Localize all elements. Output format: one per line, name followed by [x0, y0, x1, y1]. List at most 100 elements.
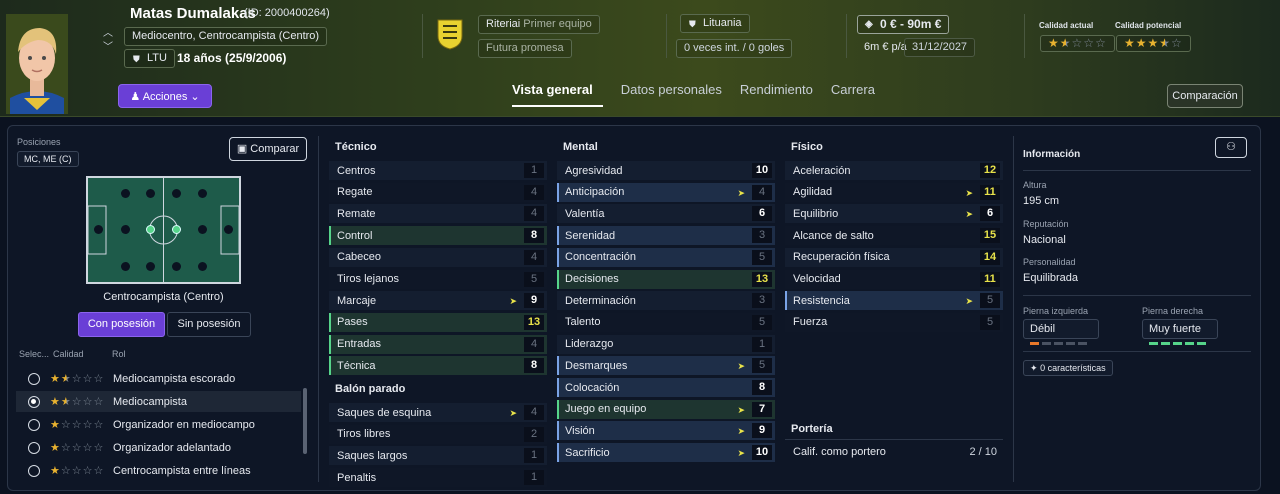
attribute-row[interactable]: Alcance de salto 15 — [785, 226, 1003, 246]
attribute-value: 3 — [752, 228, 772, 244]
attribute-row[interactable]: Visión ➤ 9 — [557, 421, 775, 441]
attribute-row[interactable]: Pases 13 — [329, 312, 547, 332]
attribute-row[interactable]: Control 8 — [329, 226, 547, 246]
attribute-row[interactable]: Concentración 5 — [557, 247, 775, 267]
potential-quality-label: Calidad potencial — [1115, 21, 1182, 30]
role-radio[interactable] — [28, 464, 40, 477]
attribute-row[interactable]: Recuperación física 14 — [785, 247, 1003, 267]
divider — [846, 14, 847, 58]
actions-label: Acciones — [142, 91, 188, 103]
tab-career[interactable]: Carrera — [831, 82, 875, 107]
attribute-row[interactable]: Centros 1 — [329, 161, 547, 180]
attribute-name: Talento — [565, 316, 601, 329]
tab-personal-data[interactable]: Datos personales — [621, 82, 722, 107]
role-radio[interactable] — [28, 395, 40, 408]
role-row[interactable]: ★☆☆☆☆ Organizador en mediocampo — [16, 414, 301, 435]
attribute-row[interactable]: Marcaje ➤ 9 — [329, 291, 547, 311]
traits-chip[interactable]: ✦ 0 características — [1023, 360, 1113, 376]
attribute-name: Velocidad — [793, 273, 841, 285]
attribute-row[interactable]: Saques largos 1 — [329, 446, 547, 466]
attribute-row[interactable]: Entradas 4 — [329, 334, 547, 354]
attribute-row[interactable]: Técnica 8 — [329, 356, 547, 376]
person-settings-icon[interactable]: ⚇ — [1215, 137, 1247, 158]
pitch-position-dot — [172, 262, 181, 271]
attribute-value: 8 — [524, 358, 544, 374]
role-radio[interactable] — [28, 372, 40, 385]
tab-overview[interactable]: Vista general — [512, 82, 603, 107]
role-row[interactable]: ★☆☆☆☆ Organizador adelantado — [16, 437, 301, 458]
attribute-value: 15 — [980, 228, 1000, 244]
foot-level-segment — [1078, 342, 1087, 345]
club-chip[interactable]: Riteriai Primer equipo — [478, 15, 600, 34]
attribute-row[interactable]: Penaltis 1 — [329, 468, 547, 488]
attribute-row[interactable]: Determinación 3 — [557, 291, 775, 311]
attribute-row[interactable]: Regate 4 — [329, 182, 547, 202]
trend-arrow-icon: ➤ — [737, 404, 745, 415]
nation-chip[interactable]: ⛊ Lituania — [680, 14, 750, 33]
divider — [422, 14, 423, 58]
divider — [666, 14, 667, 58]
role-radio[interactable] — [28, 441, 40, 454]
attribute-name: Saques de esquina — [337, 406, 432, 419]
role-row[interactable]: ★★☆☆☆ Mediocampista — [16, 391, 301, 412]
scrollbar[interactable] — [303, 388, 307, 454]
attribute-value: 1 — [524, 470, 544, 486]
role-radio[interactable] — [28, 418, 40, 431]
attribute-row[interactable]: Fuerza 5 — [785, 312, 1003, 332]
mental-column: Mental Agresividad 10 Anticipación ➤ 4 Valent… — [557, 126, 777, 490]
comparison-button[interactable]: Comparación — [1167, 84, 1243, 108]
compare-button[interactable]: ▣ Comparar — [229, 137, 307, 161]
set-pieces-title: Balón parado — [335, 383, 406, 395]
player-name: Matas Dumalakas — [130, 5, 256, 22]
plus-icon: ✦ — [1030, 363, 1038, 373]
pitch-position-dot — [94, 225, 103, 234]
role-row[interactable]: ★★☆☆☆ Mediocampista escorado — [16, 368, 301, 389]
attribute-row[interactable]: Remate 4 — [329, 204, 547, 224]
chevron-up-icon[interactable]: ︿ — [103, 24, 113, 39]
trend-arrow-icon: ➤ — [737, 426, 745, 437]
attribute-row[interactable]: Juego en equipo ➤ 7 — [557, 399, 775, 419]
pitch-position-dot — [224, 225, 233, 234]
attribute-row[interactable]: Anticipación ➤ 4 — [557, 182, 775, 202]
pitch-position-dot — [146, 262, 155, 271]
attribute-row[interactable]: Equilibrio ➤ 6 — [785, 204, 1003, 224]
attribute-row[interactable]: Sacrificio ➤ 10 — [557, 443, 775, 463]
attribute-row[interactable]: Tiros lejanos 5 — [329, 269, 547, 289]
positions-label: Posiciones — [17, 137, 61, 147]
tab-performance[interactable]: Rendimiento — [740, 82, 813, 107]
club-crest-icon[interactable] — [436, 18, 464, 50]
with-ball-toggle[interactable]: Con posesión — [78, 312, 165, 337]
club-squad: Primer equipo — [523, 18, 592, 30]
attribute-row[interactable]: Cabeceo 4 — [329, 247, 547, 267]
attribute-value: 9 — [752, 423, 772, 439]
attribute-value: 10 — [752, 445, 772, 461]
attribute-row[interactable]: Saques de esquina ➤ 4 — [329, 403, 547, 422]
trend-arrow-icon: ➤ — [965, 209, 973, 220]
attribute-row[interactable]: Liderazgo 1 — [557, 334, 775, 354]
without-ball-toggle[interactable]: Sin posesión — [167, 312, 251, 337]
attribute-value: 3 — [752, 293, 772, 309]
actions-button[interactable]: ♟ Acciones ⌄ — [118, 84, 212, 108]
attribute-row[interactable]: Serenidad 3 — [557, 226, 775, 246]
attribute-row[interactable]: Talento 5 — [557, 312, 775, 332]
attribute-name: Regate — [337, 186, 373, 199]
attribute-name: Desmarques — [565, 359, 628, 372]
attribute-row[interactable]: Agilidad ➤ 11 — [785, 182, 1003, 202]
attribute-name: Fuerza — [793, 316, 828, 329]
trend-arrow-icon: ➤ — [509, 296, 517, 307]
attribute-row[interactable]: Velocidad 11 — [785, 269, 1003, 289]
attribute-value: 5 — [752, 314, 772, 330]
attribute-row[interactable]: Desmarques ➤ 5 — [557, 356, 775, 376]
profile-tabs: Vista general Datos personales Rendimien… — [512, 82, 893, 107]
attribute-row[interactable]: Tiros libres 2 — [329, 424, 547, 444]
attribute-row[interactable]: Aceleración 12 — [785, 161, 1003, 180]
role-row[interactable]: ★☆☆☆☆ Centrocampista entre líneas — [16, 460, 301, 481]
attribute-row[interactable]: Colocación 8 — [557, 378, 775, 397]
attribute-row[interactable]: Valentía 6 — [557, 204, 775, 224]
attribute-row[interactable]: Resistencia ➤ 5 — [785, 291, 1003, 311]
attribute-row[interactable]: Decisiones 13 — [557, 269, 775, 289]
attribute-name: Control — [337, 229, 373, 242]
chevron-down-icon[interactable]: ﹀ — [103, 38, 113, 53]
trend-arrow-icon: ➤ — [737, 448, 745, 459]
attribute-row[interactable]: Agresividad 10 — [557, 161, 775, 180]
